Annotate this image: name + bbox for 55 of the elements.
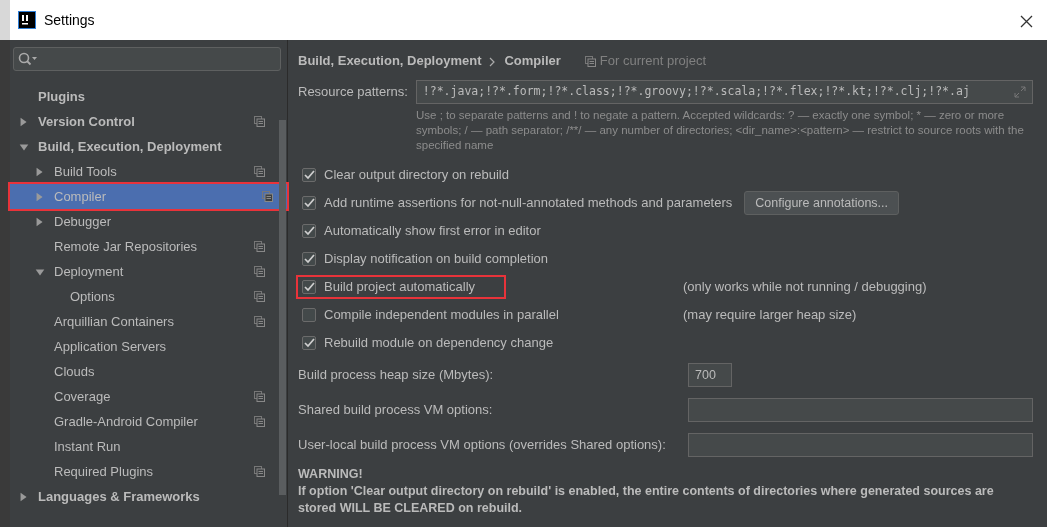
- warning-title: WARNING!: [298, 466, 364, 483]
- breadcrumb-item[interactable]: Build, Execution, Deployment: [298, 51, 482, 71]
- field-label: Resource patterns:: [298, 83, 408, 102]
- options-field[interactable]: [688, 432, 1033, 457]
- options-field[interactable]: [688, 397, 1033, 422]
- heap-size-field[interactable]: 700: [688, 362, 732, 387]
- checkbox-label: Rebuild module on dependency change: [324, 334, 554, 353]
- tree-item[interactable]: Instant Run: [10, 434, 279, 459]
- checkbox[interactable]: [302, 308, 316, 322]
- tree-item[interactable]: Languages & Frameworks: [10, 484, 279, 509]
- tree-item[interactable]: Coverage: [10, 384, 279, 409]
- scrollbar[interactable]: [279, 120, 286, 495]
- tree-item[interactable]: Build, Execution, Deployment: [10, 134, 279, 159]
- field-label: Shared build process VM options:: [298, 400, 494, 419]
- expand-icon[interactable]: [1014, 86, 1026, 98]
- tree-item[interactable]: Options: [10, 284, 279, 309]
- field-label: Build process heap size (Mbytes):: [298, 365, 495, 384]
- checkbox[interactable]: [302, 252, 316, 266]
- tree-item[interactable]: Arquillian Containers: [10, 309, 279, 334]
- tree-item[interactable]: Build Tools: [10, 159, 279, 184]
- tree-item[interactable]: Deployment: [10, 259, 279, 284]
- search-icon: [18, 52, 38, 66]
- tree-item[interactable]: Required Plugins: [10, 459, 279, 484]
- checkbox-label: Clear output directory on rebuild: [324, 166, 509, 185]
- checkbox[interactable]: [302, 280, 316, 294]
- app-icon: [18, 11, 36, 29]
- tree-item[interactable]: Gradle-Android Compiler: [10, 409, 279, 434]
- configure-annotations-button[interactable]: Configure annotations...: [744, 190, 899, 216]
- tree-item[interactable]: Clouds: [10, 359, 279, 384]
- hint-text: (may require larger heap size): [683, 306, 857, 325]
- field-label: User-local build process VM options (overrides Shared options):: [298, 435, 667, 454]
- tree-item[interactable]: Remote Jar Repositories: [10, 234, 279, 259]
- scope-note: For current project: [599, 52, 706, 71]
- help-text: Use ; to separate patterns and ! to negate a pattern. Accepted wildcards: ? — exactly one symbol; * — zero or more symbols; / — path separator; /**/ — any number of directories; <dir_name>:<pattern> — restrict to source roots with the specified name: [415, 108, 1025, 153]
- tree-item[interactable]: Debugger: [10, 209, 279, 234]
- close-icon: [1020, 15, 1033, 29]
- checkbox[interactable]: [302, 224, 316, 238]
- checkbox-label: Automatically show first error in editor: [324, 222, 541, 241]
- patterns-field[interactable]: !?*.java;!?*.form;!?*.class;!?*.groovy;!?*.scala;!?*.flex;!?*.kt;!?*.clj;!?*.aj: [415, 80, 1033, 104]
- tree-item[interactable]: Application Servers: [10, 334, 279, 359]
- checkbox[interactable]: [302, 168, 316, 182]
- checkbox-label: Build project automatically: [324, 278, 476, 297]
- checkbox[interactable]: [302, 196, 316, 210]
- checkbox-label: Add runtime assertions for not-null-annotated methods and parameters: [324, 194, 733, 213]
- tree-item[interactable]: Version Control: [10, 109, 279, 134]
- window-title: Settings: [44, 10, 95, 30]
- warning-text: If option 'Clear output directory on rebuild' is enabled, the entire contents of directories where generated sources are stored WILL BE CLEARED on rebuild.: [298, 483, 995, 517]
- tree-item[interactable]: Plugins: [10, 84, 279, 109]
- copy-icon: [584, 55, 596, 67]
- hint-text: (only works while not running / debugging): [683, 278, 927, 297]
- search-field[interactable]: [13, 47, 281, 71]
- checkbox[interactable]: [302, 336, 316, 350]
- checkbox-label: Compile independent modules in parallel: [324, 306, 559, 325]
- checkbox-label: Display notification on build completion: [324, 250, 548, 269]
- breadcrumb-item[interactable]: Compiler: [504, 51, 561, 71]
